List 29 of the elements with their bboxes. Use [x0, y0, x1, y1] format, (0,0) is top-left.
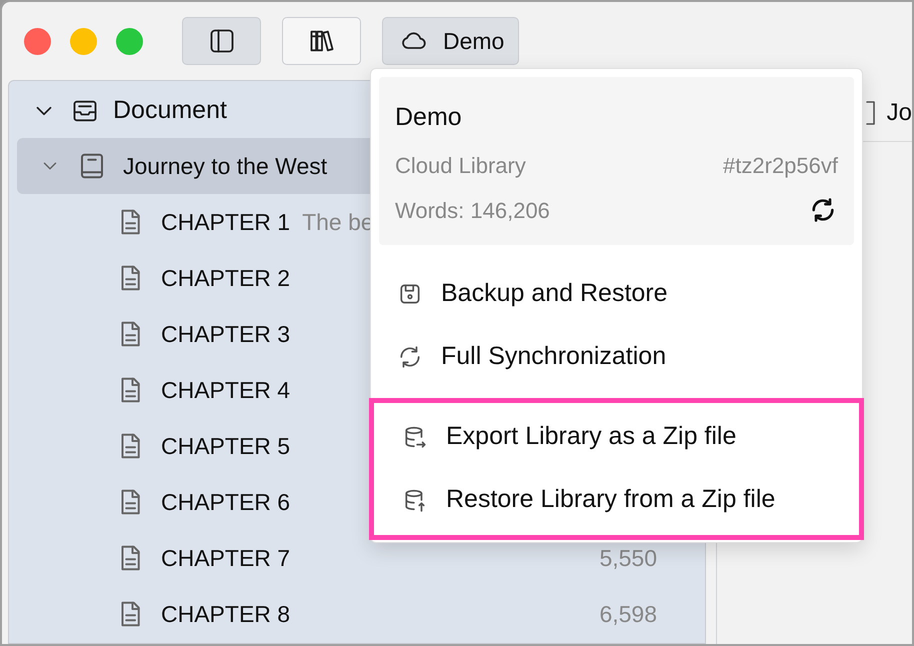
word-count: 5,550	[599, 544, 657, 573]
tab-label[interactable]: Jo	[886, 94, 912, 130]
tree-label: Journey to the West	[123, 152, 328, 181]
library-id: #tz2r2p56vf	[723, 152, 838, 180]
toolbar-button[interactable]: Demo	[382, 17, 520, 65]
tree-label: CHAPTER 7	[161, 544, 290, 573]
tree-item[interactable]: CHAPTER 7 5,550	[17, 530, 697, 586]
toolbar-button[interactable]	[182, 17, 261, 65]
menu-item[interactable]: Full Synchronization	[379, 326, 854, 388]
menu-item[interactable]: Backup and Restore	[379, 262, 854, 326]
tree-label: CHAPTER 5	[161, 432, 290, 461]
window-control[interactable]	[24, 28, 51, 54]
tree-label: CHAPTER 3	[161, 320, 290, 349]
sidebar-icon	[208, 27, 236, 55]
tree-label: Document	[113, 95, 227, 126]
menu-item[interactable]: Restore Library from a Zip file	[384, 468, 849, 532]
library-name: Demo	[395, 102, 463, 133]
library-type: Cloud Library	[395, 152, 526, 180]
tree-item[interactable]: CHAPTER 8 6,598	[17, 586, 697, 642]
tree-label: CHAPTER 2	[161, 264, 290, 293]
word-count: Words: 146,206	[395, 196, 550, 224]
tree-label: CHAPTER 4	[161, 376, 290, 405]
tree-label: CHAPTER 6	[161, 488, 290, 517]
tree-label: CHAPTER 8	[161, 600, 290, 629]
tree-label: CHAPTER 1	[161, 208, 290, 237]
menu-item[interactable]: Export Library as a Zip file	[384, 406, 849, 468]
toolbar-button[interactable]	[282, 17, 361, 65]
book-edge-icon	[866, 98, 875, 126]
word-count: 6,598	[599, 600, 657, 629]
